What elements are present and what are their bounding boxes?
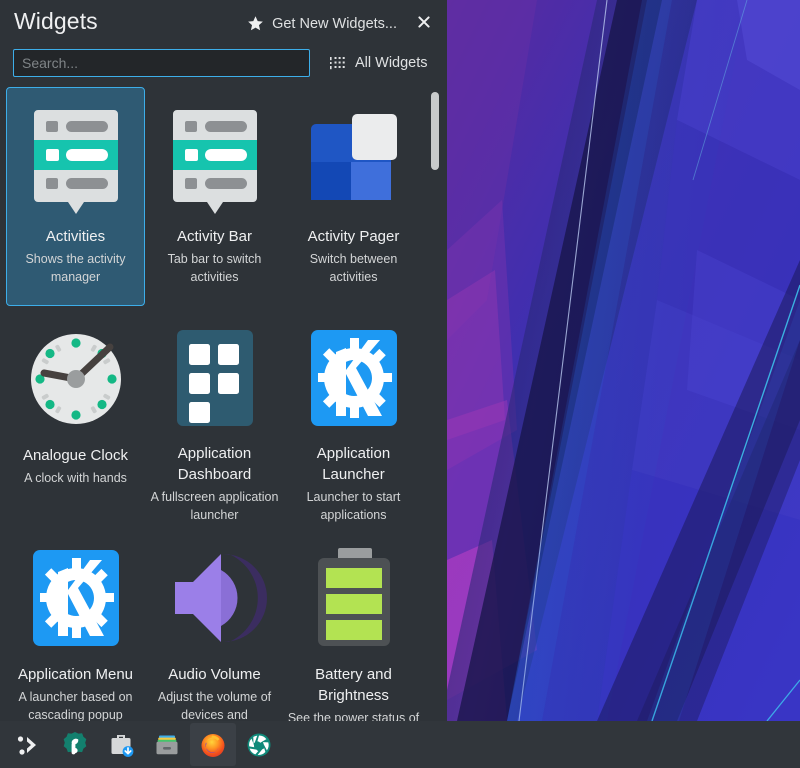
widget-tile-activity-bar[interactable]: Activity Bar Tab bar to switch activitie… xyxy=(145,87,284,306)
search-row: All Widgets xyxy=(0,46,447,80)
all-widgets-button[interactable]: All Widgets xyxy=(324,49,434,77)
desktop-wallpaper[interactable] xyxy=(447,0,800,721)
widget-tile-activities[interactable]: Activities Shows the activity manager xyxy=(6,87,145,306)
widget-list-scrollarea[interactable]: Activities Shows the activity manager xyxy=(0,84,447,721)
taskbar-item-konsole[interactable] xyxy=(6,723,52,766)
widget-description: Launcher to start applications xyxy=(288,488,420,524)
widget-name: Application Menu xyxy=(11,664,141,685)
close-icon xyxy=(418,16,430,28)
archive-box-icon xyxy=(152,730,182,760)
wallpaper-art xyxy=(447,0,800,721)
taskbar-item-system-settings[interactable] xyxy=(52,723,98,766)
widget-description: Switch between activities xyxy=(288,250,420,286)
widget-name: Application Launcher xyxy=(289,443,419,485)
widget-tile-application-launcher[interactable]: Application Launcher Launcher to start a… xyxy=(284,306,423,525)
get-new-widgets-label: Get New Widgets... xyxy=(272,16,397,32)
widget-tile-activity-pager[interactable]: Activity Pager Switch between activities xyxy=(284,87,423,306)
taskbar-item-firefox[interactable] xyxy=(190,723,236,766)
widget-description: Tab bar to switch activities xyxy=(149,250,281,286)
widget-name: Analogue Clock xyxy=(11,445,141,466)
widget-tile-audio-volume[interactable]: Audio Volume Adjust the volume of device… xyxy=(145,525,284,721)
panel-header: Widgets Get New Widgets... xyxy=(0,0,447,84)
widget-name: Activity Bar xyxy=(150,226,280,247)
widget-list-scrollbar[interactable] xyxy=(431,88,439,717)
activity-bar-icon xyxy=(161,102,269,218)
scrollbar-handle[interactable] xyxy=(431,92,439,170)
application-dashboard-icon xyxy=(161,321,269,435)
battery-icon xyxy=(300,540,408,656)
widget-name: Activity Pager xyxy=(289,226,419,247)
taskbar-item-discover[interactable] xyxy=(98,723,144,766)
analogue-clock-icon xyxy=(22,321,130,437)
widget-name: Battery and Brightness xyxy=(289,664,419,706)
widgets-panel: Widgets Get New Widgets... xyxy=(0,0,447,721)
widget-description: See the power status of xyxy=(288,709,420,721)
taskbar-item-spectacle[interactable] xyxy=(236,723,282,766)
widget-tile-battery-and-brightness[interactable]: Battery and Brightness See the power sta… xyxy=(284,525,423,721)
page-title: Widgets xyxy=(14,8,98,35)
widget-grid: Activities Shows the activity manager xyxy=(0,84,447,721)
taskbar-item-archive-manager[interactable] xyxy=(144,723,190,766)
screen: Widgets Get New Widgets... xyxy=(0,0,800,768)
grid-dots-icon xyxy=(330,56,346,70)
widget-description: A clock with hands xyxy=(10,469,142,487)
close-button[interactable] xyxy=(414,12,434,32)
get-new-widgets-button[interactable]: Get New Widgets... xyxy=(243,12,401,35)
widget-tile-application-menu[interactable]: Application Menu A launcher based on cas… xyxy=(6,525,145,721)
software-center-bag-icon xyxy=(106,730,136,760)
widget-name: Activities xyxy=(11,226,141,247)
widget-description: A fullscreen application launcher xyxy=(149,488,281,524)
all-widgets-label: All Widgets xyxy=(355,55,428,71)
widget-description: Adjust the volume of devices and applica… xyxy=(149,688,281,721)
activities-icon xyxy=(22,102,130,218)
widget-description: Shows the activity manager xyxy=(10,250,142,286)
kde-k-icon xyxy=(22,540,130,656)
widget-name: Application Dashboard xyxy=(150,443,280,485)
search-input[interactable] xyxy=(13,49,310,77)
widget-name: Audio Volume xyxy=(150,664,280,685)
kde-k-icon xyxy=(300,321,408,435)
settings-gear-wrench-icon xyxy=(60,730,90,760)
konsole-terminal-icon xyxy=(14,730,44,760)
widget-tile-analogue-clock[interactable]: Analogue Clock A clock with hands xyxy=(6,306,145,525)
star-icon xyxy=(247,15,264,32)
firefox-icon xyxy=(198,730,228,760)
camera-shutter-icon xyxy=(244,730,274,760)
activity-pager-icon xyxy=(300,102,408,218)
audio-volume-icon xyxy=(161,540,269,656)
widget-description: A launcher based on cascading popup menu… xyxy=(10,688,142,721)
taskbar xyxy=(0,721,800,768)
widget-tile-application-dashboard[interactable]: Application Dashboard A fullscreen appli… xyxy=(145,306,284,525)
